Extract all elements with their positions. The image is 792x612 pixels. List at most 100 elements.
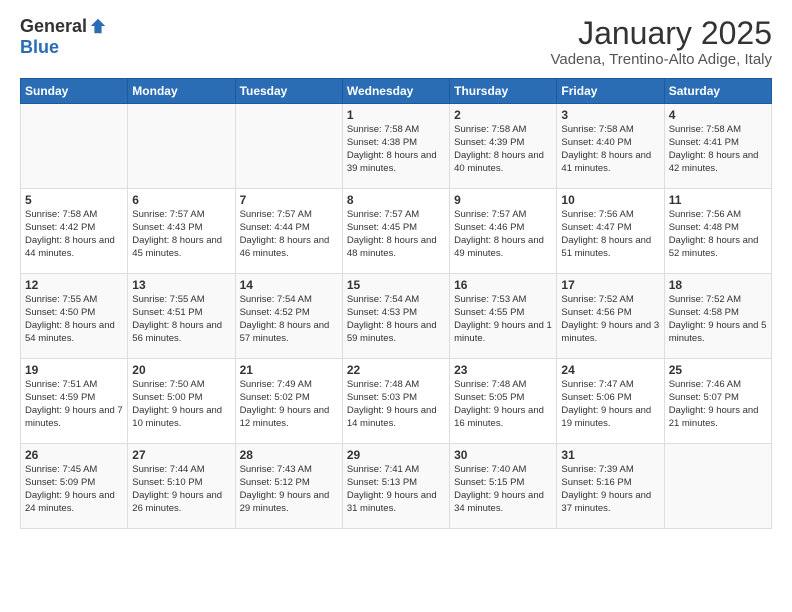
day-info: Sunrise: 7:46 AM Sunset: 5:07 PM Dayligh… — [669, 379, 767, 430]
calendar-cell: 21 Sunrise: 7:49 AM Sunset: 5:02 PM Dayli… — [235, 359, 342, 444]
day-info: Sunrise: 7:52 AM Sunset: 4:58 PM Dayligh… — [669, 294, 767, 345]
calendar-table: SundayMondayTuesdayWednesdayThursdayFrid… — [20, 78, 772, 529]
day-info: Sunrise: 7:56 AM Sunset: 4:48 PM Dayligh… — [669, 209, 767, 260]
day-number: 14 — [240, 278, 338, 292]
day-info: Sunrise: 7:54 AM Sunset: 4:53 PM Dayligh… — [347, 294, 445, 345]
day-number: 9 — [454, 193, 552, 207]
day-info: Sunrise: 7:57 AM Sunset: 4:45 PM Dayligh… — [347, 209, 445, 260]
day-info: Sunrise: 7:48 AM Sunset: 5:05 PM Dayligh… — [454, 379, 552, 430]
day-info: Sunrise: 7:52 AM Sunset: 4:56 PM Dayligh… — [561, 294, 659, 345]
weekday-header-saturday: Saturday — [664, 79, 771, 104]
day-info: Sunrise: 7:58 AM Sunset: 4:40 PM Dayligh… — [561, 124, 659, 175]
month-title: January 2025 — [550, 16, 772, 51]
logo-icon — [89, 17, 107, 35]
calendar-cell: 29 Sunrise: 7:41 AM Sunset: 5:13 PM Dayli… — [342, 444, 449, 529]
day-number: 20 — [132, 363, 230, 377]
day-number: 2 — [454, 108, 552, 122]
calendar-cell — [235, 104, 342, 189]
day-info: Sunrise: 7:58 AM Sunset: 4:39 PM Dayligh… — [454, 124, 552, 175]
day-number: 30 — [454, 448, 552, 462]
weekday-header-thursday: Thursday — [450, 79, 557, 104]
calendar-cell: 6Sunrise: 7:57 AM Sunset: 4:43 PM Daylig… — [128, 189, 235, 274]
logo-blue-text: Blue — [20, 37, 59, 58]
day-number: 29 — [347, 448, 445, 462]
header: General Blue January 2025 Vadena, Trenti… — [20, 16, 772, 68]
calendar-cell: 11 Sunrise: 7:56 AM Sunset: 4:48 PM Dayli… — [664, 189, 771, 274]
day-number: 17 — [561, 278, 659, 292]
weekday-header-monday: Monday — [128, 79, 235, 104]
calendar-cell — [664, 444, 771, 529]
calendar-cell: 31 Sunrise: 7:39 AM Sunset: 5:16 PM Dayli… — [557, 444, 664, 529]
day-number: 7 — [240, 193, 338, 207]
day-info: Sunrise: 7:43 AM Sunset: 5:12 PM Dayligh… — [240, 464, 338, 515]
day-info: Sunrise: 7:55 AM Sunset: 4:50 PM Dayligh… — [25, 294, 123, 345]
logo: General Blue — [20, 16, 107, 58]
day-number: 16 — [454, 278, 552, 292]
calendar-cell: 25 Sunrise: 7:46 AM Sunset: 5:07 PM Dayli… — [664, 359, 771, 444]
day-info: Sunrise: 7:57 AM Sunset: 4:43 PM Dayligh… — [132, 209, 230, 260]
calendar-cell: 24 Sunrise: 7:47 AM Sunset: 5:06 PM Dayli… — [557, 359, 664, 444]
day-number: 23 — [454, 363, 552, 377]
week-row-3: 12 Sunrise: 7:55 AM Sunset: 4:50 PM Dayli… — [21, 274, 772, 359]
calendar-cell: 9 Sunrise: 7:57 AM Sunset: 4:46 PM Daylig… — [450, 189, 557, 274]
day-number: 18 — [669, 278, 767, 292]
calendar-cell: 26 Sunrise: 7:45 AM Sunset: 5:09 PM Dayli… — [21, 444, 128, 529]
calendar-cell: 28 Sunrise: 7:43 AM Sunset: 5:12 PM Dayli… — [235, 444, 342, 529]
calendar-cell: 27 Sunrise: 7:44 AM Sunset: 5:10 PM Dayli… — [128, 444, 235, 529]
day-info: Sunrise: 7:57 AM Sunset: 4:46 PM Dayligh… — [454, 209, 552, 260]
day-info: Sunrise: 7:55 AM Sunset: 4:51 PM Dayligh… — [132, 294, 230, 345]
day-number: 21 — [240, 363, 338, 377]
day-number: 12 — [25, 278, 123, 292]
day-number: 13 — [132, 278, 230, 292]
day-number: 5 — [25, 193, 123, 207]
day-info: Sunrise: 7:51 AM Sunset: 4:59 PM Dayligh… — [25, 379, 123, 430]
day-info: Sunrise: 7:47 AM Sunset: 5:06 PM Dayligh… — [561, 379, 659, 430]
day-info: Sunrise: 7:45 AM Sunset: 5:09 PM Dayligh… — [25, 464, 123, 515]
day-info: Sunrise: 7:40 AM Sunset: 5:15 PM Dayligh… — [454, 464, 552, 515]
day-info: Sunrise: 7:57 AM Sunset: 4:44 PM Dayligh… — [240, 209, 338, 260]
day-number: 22 — [347, 363, 445, 377]
calendar-cell: 1Sunrise: 7:58 AM Sunset: 4:38 PM Daylig… — [342, 104, 449, 189]
day-info: Sunrise: 7:48 AM Sunset: 5:03 PM Dayligh… — [347, 379, 445, 430]
calendar-cell: 3 Sunrise: 7:58 AM Sunset: 4:40 PM Daylig… — [557, 104, 664, 189]
day-info: Sunrise: 7:58 AM Sunset: 4:38 PM Dayligh… — [347, 124, 445, 175]
day-number: 3 — [561, 108, 659, 122]
calendar-cell: 14 Sunrise: 7:54 AM Sunset: 4:52 PM Dayli… — [235, 274, 342, 359]
week-row-2: 5Sunrise: 7:58 AM Sunset: 4:42 PM Daylig… — [21, 189, 772, 274]
day-number: 8 — [347, 193, 445, 207]
day-number: 28 — [240, 448, 338, 462]
calendar-cell: 18 Sunrise: 7:52 AM Sunset: 4:58 PM Dayli… — [664, 274, 771, 359]
day-number: 19 — [25, 363, 123, 377]
day-number: 27 — [132, 448, 230, 462]
calendar-cell: 2 Sunrise: 7:58 AM Sunset: 4:39 PM Daylig… — [450, 104, 557, 189]
day-number: 15 — [347, 278, 445, 292]
calendar-cell: 22 Sunrise: 7:48 AM Sunset: 5:03 PM Dayli… — [342, 359, 449, 444]
calendar-cell: 17 Sunrise: 7:52 AM Sunset: 4:56 PM Dayli… — [557, 274, 664, 359]
day-info: Sunrise: 7:54 AM Sunset: 4:52 PM Dayligh… — [240, 294, 338, 345]
calendar-cell: 23 Sunrise: 7:48 AM Sunset: 5:05 PM Dayli… — [450, 359, 557, 444]
calendar-cell: 12 Sunrise: 7:55 AM Sunset: 4:50 PM Dayli… — [21, 274, 128, 359]
day-number: 24 — [561, 363, 659, 377]
calendar-cell: 16Sunrise: 7:53 AM Sunset: 4:55 PM Dayli… — [450, 274, 557, 359]
day-number: 26 — [25, 448, 123, 462]
calendar-cell: 19 Sunrise: 7:51 AM Sunset: 4:59 PM Dayli… — [21, 359, 128, 444]
calendar-cell: 20 Sunrise: 7:50 AM Sunset: 5:00 PM Dayli… — [128, 359, 235, 444]
calendar-cell — [21, 104, 128, 189]
logo-general-text: General — [20, 16, 87, 37]
day-info: Sunrise: 7:49 AM Sunset: 5:02 PM Dayligh… — [240, 379, 338, 430]
weekday-header-friday: Friday — [557, 79, 664, 104]
calendar-cell: 8 Sunrise: 7:57 AM Sunset: 4:45 PM Daylig… — [342, 189, 449, 274]
calendar-cell: 15 Sunrise: 7:54 AM Sunset: 4:53 PM Dayli… — [342, 274, 449, 359]
day-info: Sunrise: 7:56 AM Sunset: 4:47 PM Dayligh… — [561, 209, 659, 260]
day-info: Sunrise: 7:41 AM Sunset: 5:13 PM Dayligh… — [347, 464, 445, 515]
day-number: 25 — [669, 363, 767, 377]
page: General Blue January 2025 Vadena, Trenti… — [0, 0, 792, 545]
day-info: Sunrise: 7:39 AM Sunset: 5:16 PM Dayligh… — [561, 464, 659, 515]
day-info: Sunrise: 7:50 AM Sunset: 5:00 PM Dayligh… — [132, 379, 230, 430]
calendar-cell: 7 Sunrise: 7:57 AM Sunset: 4:44 PM Daylig… — [235, 189, 342, 274]
day-number: 10 — [561, 193, 659, 207]
day-number: 31 — [561, 448, 659, 462]
day-number: 11 — [669, 193, 767, 207]
title-block: January 2025 Vadena, Trentino-Alto Adige… — [550, 16, 772, 68]
day-info: Sunrise: 7:44 AM Sunset: 5:10 PM Dayligh… — [132, 464, 230, 515]
